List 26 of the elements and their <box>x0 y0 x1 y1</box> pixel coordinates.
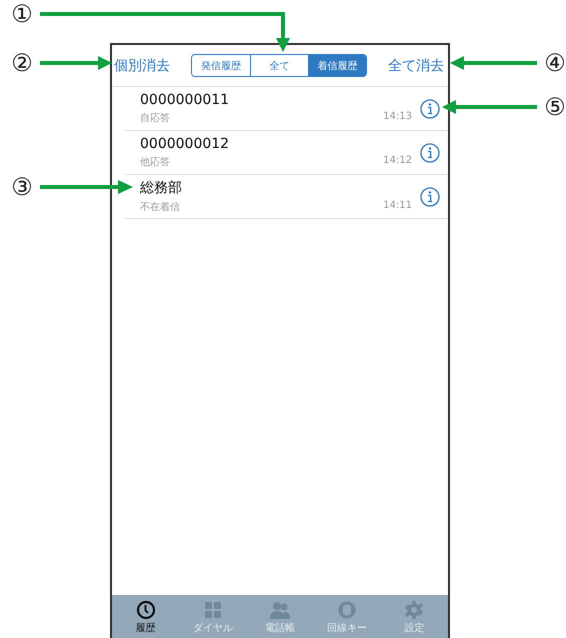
segment-tab[interactable]: 着信履歴 <box>308 55 366 76</box>
info-icon[interactable] <box>420 186 440 206</box>
gear-icon <box>404 600 424 620</box>
info-icon[interactable] <box>420 98 440 118</box>
call-status: 不在着信 <box>140 200 180 214</box>
callout-arrow <box>40 56 112 70</box>
delete-all-button[interactable]: 全て消去 <box>386 56 446 74</box>
call-time: 14:11 <box>383 200 412 213</box>
info-icon[interactable] <box>420 142 440 162</box>
call-status: 自応答 <box>140 112 170 125</box>
tab-item[interactable]: 履歴 <box>116 600 176 635</box>
call-status: 他応答 <box>140 156 170 169</box>
callout-number: ② <box>10 49 34 77</box>
callout-number: ⑤ <box>543 93 566 121</box>
caller-name: 総務部 <box>140 179 183 197</box>
clock-icon <box>136 600 156 620</box>
people-icon <box>270 600 290 620</box>
call-time: 14:13 <box>383 111 412 124</box>
caller-name: 0000000012 <box>140 136 230 152</box>
caller-name: 0000000011 <box>140 92 230 108</box>
call-time: 14:12 <box>383 155 412 168</box>
callout-number: ③ <box>10 173 34 201</box>
callout-number: ④ <box>543 49 566 77</box>
delete-individual-button[interactable]: 個別消去 <box>112 56 172 74</box>
callout-number: ① <box>10 0 34 28</box>
grid-icon <box>202 600 223 620</box>
